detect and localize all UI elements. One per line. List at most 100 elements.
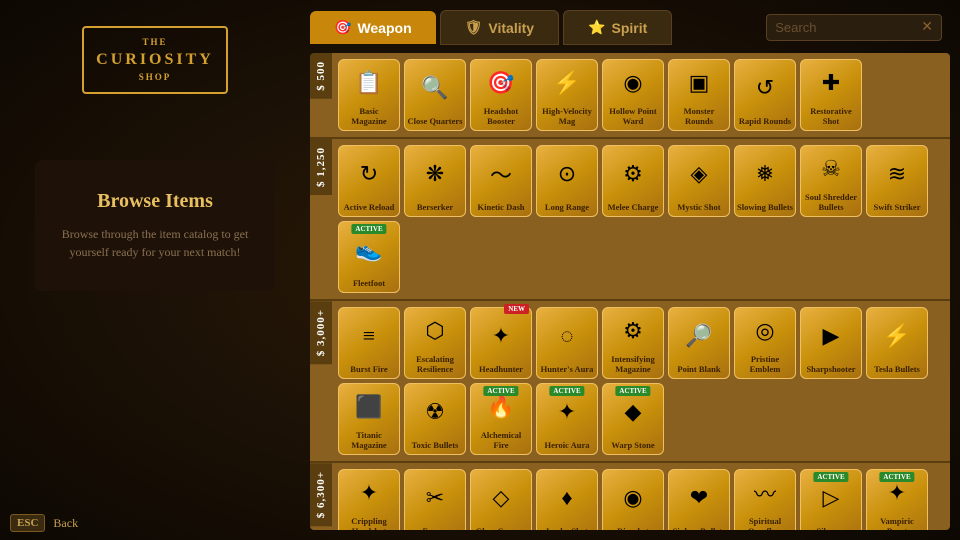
item-name: Hunter's Aura (541, 364, 594, 374)
price-section-2: $ 3,000+ ≡ Burst Fire ⬡Escalating Resilienc… (310, 301, 950, 461)
item-card[interactable]: ⚡High-Velocity Mag (536, 59, 598, 131)
browse-panel: Browse Items Browse through the item cat… (35, 160, 275, 291)
active-badge: ACTIVE (483, 386, 518, 396)
item-card[interactable]: 🔎Point Blank (668, 307, 730, 379)
item-icon: ✦ (360, 472, 378, 514)
item-name: Alchemical Fire (473, 430, 529, 450)
item-card[interactable]: ACTIVE👟Fleetfoot (338, 221, 400, 293)
item-icon: ⚡ (553, 62, 580, 104)
item-card[interactable]: ◎Pristine Emblem (734, 307, 796, 379)
item-name: Crippling Headshot (341, 516, 397, 530)
item-card[interactable]: ⊙Long Range (536, 145, 598, 217)
item-card[interactable]: ACTIVE✦Heroic Aura (536, 383, 598, 455)
item-card[interactable]: ↻Active Reload (338, 145, 400, 217)
item-icon: ▶ (823, 310, 840, 362)
item-icon: ◈ (691, 148, 708, 200)
item-icon: ⬛ (355, 386, 382, 428)
price-label-2: $ 3,000+ (310, 301, 332, 364)
item-name: Headshot Booster (473, 106, 529, 126)
item-card[interactable]: ⚙Intensifying Magazine (602, 307, 664, 379)
item-name: Close Quarters (407, 116, 462, 126)
item-name: Fleetfoot (353, 278, 385, 288)
item-card[interactable]: ❤Siphon Bullets (668, 469, 730, 530)
active-badge: ACTIVE (615, 386, 650, 396)
item-name: Monster Rounds (671, 106, 727, 126)
spirit-icon: ⭐ (588, 19, 605, 36)
item-card[interactable]: ▶Sharpshooter (800, 307, 862, 379)
item-name: Glass Cannon (476, 526, 527, 530)
active-badge: ACTIVE (813, 472, 848, 482)
item-name: Spiritual Overflow (737, 516, 793, 530)
tab-weapon-label: Weapon (357, 20, 411, 36)
price-label-3: $ 6,300+ (310, 463, 332, 526)
active-badge: ACTIVE (549, 386, 584, 396)
tab-spirit[interactable]: ⭐ Spirit (563, 10, 672, 45)
item-card[interactable]: ACTIVE✦Vampiric Burst (866, 469, 928, 530)
items-area[interactable]: $ 500 📋Basic Magazine🔍Close Quarters🎯Head… (310, 53, 950, 530)
item-card[interactable]: ☠Soul Shredder Bullets (800, 145, 862, 217)
item-icon: ≡ (363, 310, 375, 362)
item-icon: ⚙ (623, 148, 643, 200)
item-card[interactable]: ◉Hollow Point Ward (602, 59, 664, 131)
item-icon: ◉ (623, 472, 642, 524)
price-section-1: $ 1,250↻Active Reload❋Berserker〜Kinetic … (310, 139, 950, 299)
item-name: Long Range (545, 202, 589, 212)
item-icon: ◌ (560, 310, 573, 362)
item-icon: 📋 (355, 62, 382, 104)
item-card[interactable]: ≋Swift Striker (866, 145, 928, 217)
active-badge: ACTIVE (879, 472, 914, 482)
item-card[interactable]: ACTIVE▷Silencer (800, 469, 862, 530)
item-card[interactable]: ❅Slowing Bullets (734, 145, 796, 217)
item-card[interactable]: 🎯Headshot Booster (470, 59, 532, 131)
item-card[interactable]: ACTIVE🔥Alchemical Fire (470, 383, 532, 455)
price-label-0: $ 500 (310, 53, 332, 99)
tab-weapon[interactable]: 🎯 Weapon (310, 11, 436, 44)
item-card[interactable]: ◈Mystic Shot (668, 145, 730, 217)
item-card[interactable]: 🔍Close Quarters (404, 59, 466, 131)
item-card[interactable]: ⬛Titanic Magazine (338, 383, 400, 455)
item-card[interactable]: ⬡Escalating Resilience (404, 307, 466, 379)
price-section-0: $ 500 📋Basic Magazine🔍Close Quarters🎯Head… (310, 53, 950, 137)
item-card[interactable]: ↺ Rapid Rounds (734, 59, 796, 131)
item-name: Point Blank (677, 364, 720, 374)
item-card[interactable]: NEW✦ Headhunter (470, 307, 532, 379)
item-card[interactable]: 📋Basic Magazine (338, 59, 400, 131)
item-card[interactable]: ⚙Melee Charge (602, 145, 664, 217)
item-card[interactable]: ▣Monster Rounds (668, 59, 730, 131)
item-name: Kinetic Dash (478, 202, 525, 212)
item-card[interactable]: ≡ Burst Fire (338, 307, 400, 379)
item-icon: ◉ (623, 62, 642, 104)
item-card[interactable]: ❋Berserker (404, 145, 466, 217)
search-input[interactable] (775, 20, 915, 35)
tab-vitality[interactable]: 🛡 Vitality (440, 10, 559, 45)
item-name: Ricochet (617, 526, 649, 530)
item-card[interactable]: 〰Spiritual Overflow (734, 469, 796, 530)
item-card[interactable]: ♦Lucky Shot (536, 469, 598, 530)
item-card[interactable]: ◇Glass Cannon (470, 469, 532, 530)
item-name: Heroic Aura (545, 440, 590, 450)
item-card[interactable]: ☢Toxic Bullets (404, 383, 466, 455)
item-icon: ☠ (821, 148, 841, 190)
item-card[interactable]: 〜Kinetic Dash (470, 145, 532, 217)
item-card[interactable]: ✦ Crippling Headshot (338, 469, 400, 530)
item-icon: ✦ (492, 310, 510, 362)
item-name: Silencer (816, 526, 845, 530)
item-name: Headhunter (479, 364, 523, 374)
item-icon: ▣ (689, 62, 710, 104)
item-icon: ⚙ (623, 310, 643, 352)
item-card[interactable]: ◌ Hunter's Aura (536, 307, 598, 379)
item-name: Pristine Emblem (737, 354, 793, 374)
logo-curiosity: CURIOSITY (96, 49, 214, 71)
item-card[interactable]: ✂Frenzy (404, 469, 466, 530)
item-card[interactable]: ✚Restorative Shot (800, 59, 862, 131)
item-card[interactable]: ACTIVE◆Warp Stone (602, 383, 664, 455)
search-close-icon[interactable]: ✕ (921, 19, 933, 36)
item-icon: ↺ (756, 62, 774, 114)
item-name: Rapid Rounds (739, 116, 791, 126)
item-icon: ♦ (561, 472, 572, 524)
item-name: Burst Fire (350, 364, 387, 374)
item-name: Titanic Magazine (341, 430, 397, 450)
item-card[interactable]: ⚡Tesla Bullets (866, 307, 928, 379)
new-badge: NEW (504, 304, 529, 314)
item-card[interactable]: ◉ Ricochet (602, 469, 664, 530)
